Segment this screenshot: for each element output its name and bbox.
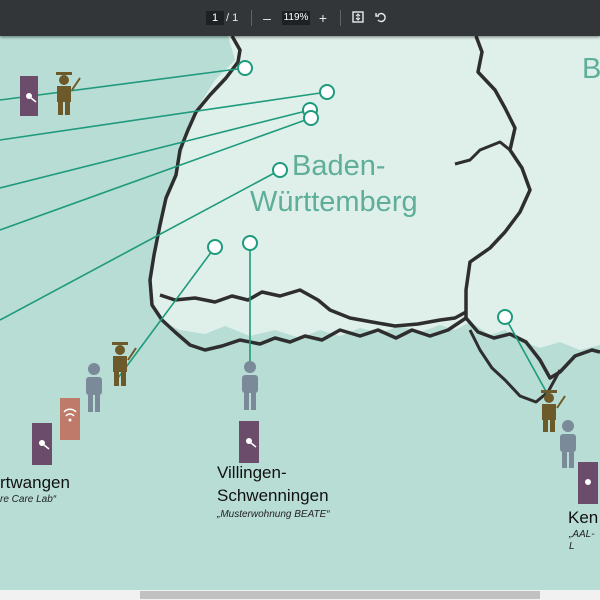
graduate-icon [112, 342, 137, 386]
door-key-icon [578, 462, 598, 504]
person-icon [86, 363, 102, 412]
scrollbar-thumb[interactable] [140, 591, 540, 599]
fit-page-icon [352, 11, 364, 23]
state-label-line2: Württemberg [250, 186, 418, 218]
pdf-toolbar: 1 / 1 – 119% + [0, 0, 600, 36]
rotate-icon [375, 12, 386, 23]
graduate-icon [56, 72, 81, 115]
person-icon [560, 420, 576, 468]
state-label-line1: Baden- [292, 150, 386, 182]
graduate-icon [541, 390, 566, 432]
map-marker [272, 162, 288, 178]
door-key-icon [32, 423, 52, 465]
city-label-villingen-line2: Schwenningen [217, 486, 329, 505]
region-label-partial: B [582, 53, 600, 85]
map-marker [497, 309, 513, 325]
page-number-input[interactable]: 1 [206, 11, 224, 25]
page-total: / 1 [226, 12, 239, 24]
door-key-icon [239, 421, 259, 463]
map-marker [303, 110, 319, 126]
pdf-page: Baden- Württemberg B rtwangen re Care La… [0, 36, 600, 590]
wifi-door-icon [60, 398, 80, 440]
zoom-in-button[interactable]: + [314, 9, 332, 27]
map-marker [319, 84, 335, 100]
toolbar-divider [251, 10, 252, 26]
zoom-out-button[interactable]: – [258, 9, 276, 27]
person-icon [242, 361, 258, 410]
map-marker [242, 235, 258, 251]
fit-page-button[interactable] [349, 9, 367, 27]
toolbar-divider [340, 10, 341, 26]
city-subtitle-kempten: „AAL-L [569, 529, 595, 552]
city-label-villingen-line1: Villingen- [217, 463, 287, 482]
city-label-furtwangen: rtwangen [0, 473, 70, 492]
zoom-level-input[interactable]: 119% [282, 11, 310, 25]
city-subtitle-villingen: „Musterwohnung BEATE“ [217, 509, 330, 520]
horizontal-scrollbar[interactable] [0, 590, 600, 600]
city-label-kempten: Ken [568, 508, 599, 527]
rotate-button[interactable] [372, 9, 390, 27]
map-marker [207, 239, 223, 255]
city-subtitle-furtwangen: re Care Lab“ [0, 494, 57, 505]
door-key-icon [20, 76, 38, 116]
map-marker [237, 60, 253, 76]
